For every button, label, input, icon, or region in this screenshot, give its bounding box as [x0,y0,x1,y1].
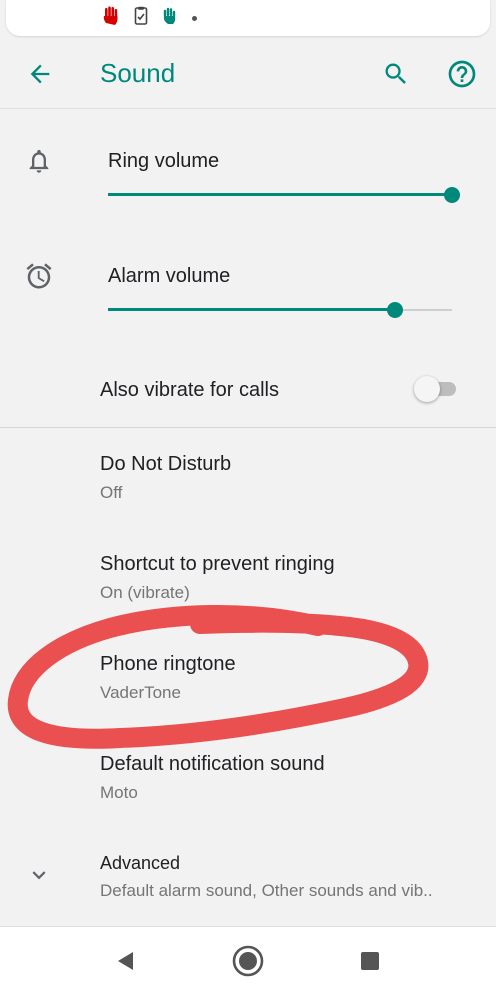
waving-hand-icon [162,7,178,30]
arrow-back-icon [30,64,50,84]
bell-icon [24,146,54,176]
toolbar: Sound [0,40,496,109]
item-title: Advanced [100,853,181,873]
item-summary: Off [100,483,123,502]
red-hand-icon [102,6,120,31]
alarm-volume-label: Alarm volume [108,265,231,287]
do-not-disturb-item[interactable]: Do Not Disturb Off [0,440,496,530]
nav-recents-button[interactable] [352,943,388,979]
phone-ringtone-item[interactable]: Phone ringtone VaderTone [0,640,496,730]
slider-fill [108,193,452,196]
status-card [6,0,490,36]
item-title: Shortcut to prevent ringing [100,553,335,575]
help-icon [448,60,476,88]
section-divider [0,427,496,428]
search-icon [385,63,406,84]
chevron-down-icon [24,860,54,890]
slider-fill [108,308,395,311]
back-button[interactable] [22,56,58,92]
alarm-volume-row: Alarm volume [0,255,496,335]
vibrate-label: Also vibrate for calls [100,379,279,401]
ring-volume-row: Ring volume [0,140,496,220]
page-title: Sound [100,58,176,88]
default-notification-sound-item[interactable]: Default notification sound Moto [0,740,496,830]
alarm-volume-slider[interactable] [108,300,452,320]
vibrate-toggle[interactable] [414,375,460,403]
clipboard-check-icon [134,6,148,31]
nav-back-button[interactable] [108,943,144,979]
item-summary: On (vibrate) [100,583,190,602]
toggle-knob [414,376,440,402]
navigation-bar [0,926,496,993]
status-bar [0,0,496,40]
nav-home-button[interactable] [230,943,266,979]
vibrate-row[interactable]: Also vibrate for calls [0,367,496,413]
advanced-item[interactable]: Advanced Default alarm sound, Other soun… [0,840,496,920]
search-button[interactable] [378,56,414,92]
alarm-clock-icon [24,261,54,291]
shortcut-prevent-ringing-item[interactable]: Shortcut to prevent ringing On (vibrate) [0,540,496,630]
nav-recents-icon [361,952,379,970]
slider-thumb[interactable] [444,187,460,203]
item-summary: Moto [100,783,138,802]
slider-thumb[interactable] [387,302,403,318]
item-summary: VaderTone [100,683,181,702]
ring-volume-slider[interactable] [108,185,460,205]
help-button[interactable] [444,56,480,92]
nav-back-icon [118,952,133,970]
item-title: Phone ringtone [100,653,236,675]
item-summary: Default alarm sound, Other sounds and vi… [100,881,433,900]
more-dot-icon [192,16,197,21]
nav-home-icon [232,945,264,977]
item-title: Default notification sound [100,753,325,775]
item-title: Do Not Disturb [100,453,232,475]
status-icons [102,6,197,31]
ring-volume-label: Ring volume [108,150,220,172]
